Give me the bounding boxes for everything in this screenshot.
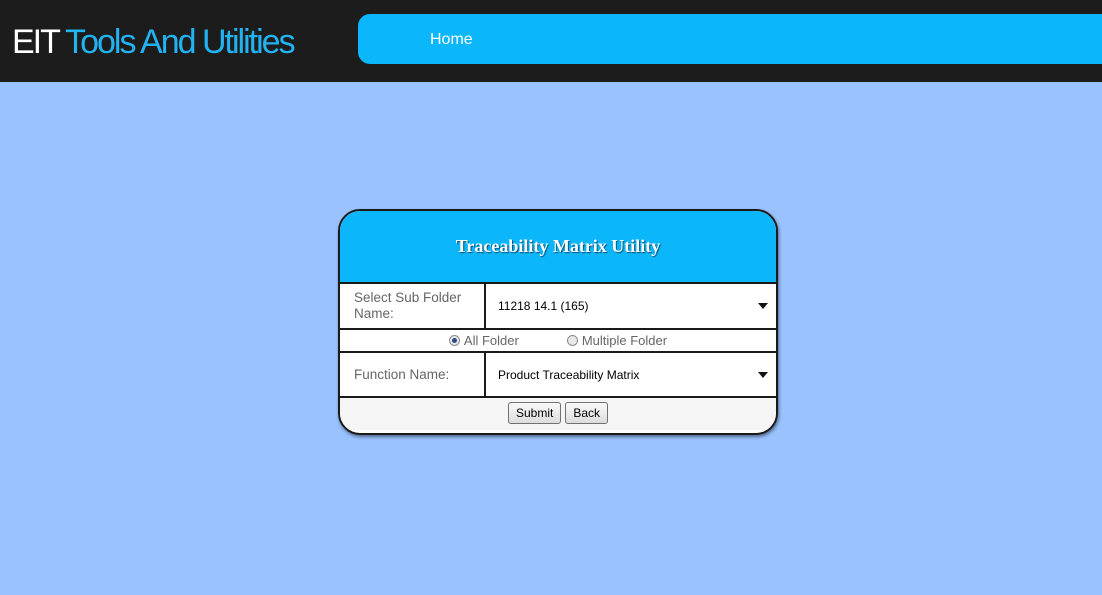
multiple-folder-radio-option[interactable]: Multiple Folder: [566, 333, 668, 348]
function-value: Product Traceability Matrix: [498, 367, 640, 382]
sub-folder-label: Select Sub Folder Name:: [340, 284, 486, 328]
multiple-folder-label: Multiple Folder: [581, 333, 668, 348]
function-label: Function Name:: [340, 353, 486, 396]
dropdown-arrow-icon[interactable]: [758, 371, 768, 378]
sub-folder-select[interactable]: 11218 14.1 (165): [486, 284, 776, 328]
nav-bar: Home: [358, 14, 1102, 64]
brand-prefix: EIT: [12, 23, 60, 61]
sub-folder-value: 11218 14.1 (165): [498, 299, 589, 313]
back-button[interactable]: Back: [565, 402, 609, 424]
all-folder-radio-option[interactable]: All Folder: [448, 333, 519, 348]
panel-title: Traceability Matrix Utility: [340, 211, 776, 284]
button-row: Submit Back: [340, 398, 776, 430]
all-folder-label: All Folder: [463, 333, 519, 348]
nav-home-link[interactable]: Home: [430, 31, 473, 49]
sub-folder-row: Select Sub Folder Name: 11218 14.1 (165): [340, 284, 776, 330]
folder-mode-row: All Folder Multiple Folder: [340, 330, 776, 353]
top-bar: EIT Tools And Utilities Home: [0, 0, 1102, 82]
submit-button[interactable]: Submit: [507, 402, 562, 424]
function-row: Function Name: Product Traceability Matr…: [340, 353, 776, 398]
utility-panel: Traceability Matrix Utility Select Sub F…: [338, 209, 778, 435]
multiple-folder-radio[interactable]: [566, 335, 578, 346]
function-select[interactable]: Product Traceability Matrix: [486, 353, 776, 396]
all-folder-radio[interactable]: [448, 335, 460, 346]
dropdown-arrow-icon[interactable]: [758, 303, 768, 309]
site-logo: EIT Tools And Utilities: [12, 22, 296, 62]
brand-title: Tools And Utilities: [58, 23, 295, 61]
